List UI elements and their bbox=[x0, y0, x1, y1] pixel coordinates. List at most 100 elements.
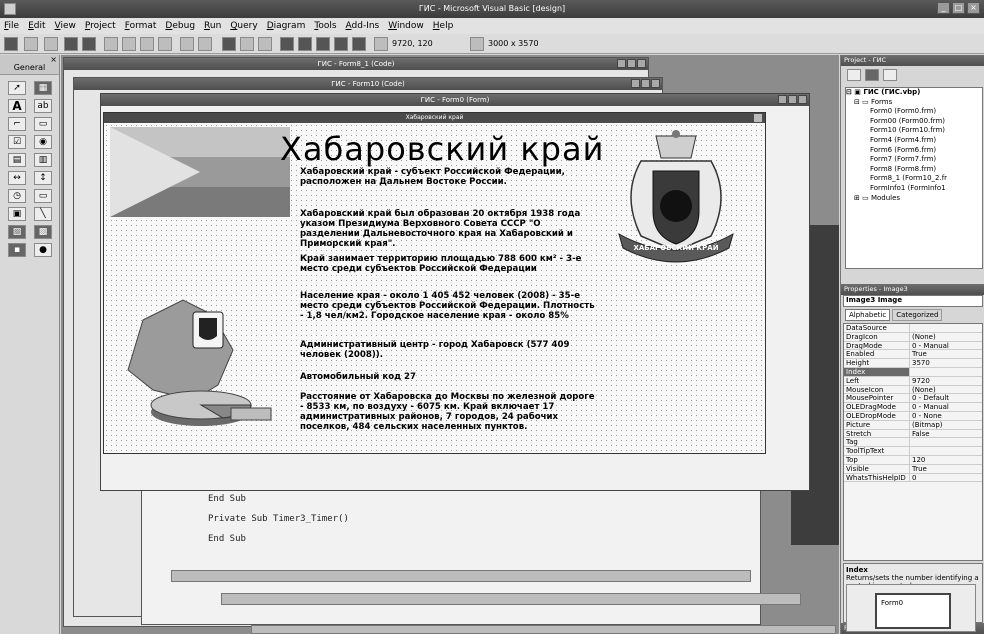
shape-tool-icon[interactable]: ● bbox=[34, 243, 52, 257]
property-row[interactable]: MouseIcon (None) bbox=[844, 385, 982, 395]
property-row[interactable]: MousePointer 0 - Default bbox=[844, 394, 982, 404]
property-value[interactable]: True bbox=[910, 465, 927, 473]
properties-window-icon[interactable] bbox=[298, 37, 312, 51]
find-icon[interactable] bbox=[158, 37, 172, 51]
paragraph-2[interactable]: Хабаровский край был образован 20 октябр… bbox=[300, 209, 600, 249]
property-row[interactable]: WhatsThisHelpID 0 bbox=[844, 473, 982, 483]
maximize-icon[interactable] bbox=[627, 59, 636, 68]
property-value[interactable]: 0 bbox=[910, 474, 916, 482]
menu-query[interactable]: Query bbox=[230, 21, 257, 31]
toolbox-icon[interactable] bbox=[352, 37, 366, 51]
menu-add-ins[interactable]: Add-Ins bbox=[346, 21, 380, 31]
property-value[interactable]: 0 - Default bbox=[910, 394, 949, 402]
tab-alphabetic[interactable]: Alphabetic bbox=[845, 309, 891, 321]
form-layout-icon[interactable] bbox=[316, 37, 330, 51]
hscrollbar-tool-icon[interactable]: ↔ bbox=[8, 171, 26, 185]
property-value[interactable]: 9720 bbox=[910, 377, 930, 385]
open-project-icon[interactable] bbox=[64, 37, 78, 51]
listbox-tool-icon[interactable]: ▥ bbox=[34, 153, 52, 167]
horizontal-scrollbar-2[interactable] bbox=[221, 593, 801, 605]
paragraph-1[interactable]: Хабаровский край - субъект Российской Фе… bbox=[300, 167, 600, 187]
code-line-3[interactable]: End Sub bbox=[208, 534, 246, 544]
property-value[interactable] bbox=[910, 324, 912, 332]
view-code-icon[interactable] bbox=[847, 69, 861, 81]
menu-editor-icon[interactable] bbox=[44, 37, 58, 51]
close-icon[interactable] bbox=[798, 95, 807, 104]
label-tool-icon[interactable]: A bbox=[8, 99, 26, 113]
property-value[interactable] bbox=[910, 368, 912, 376]
menu-file[interactable]: File bbox=[4, 21, 19, 31]
add-project-icon[interactable] bbox=[4, 37, 18, 51]
property-row[interactable]: Picture (Bitmap) bbox=[844, 420, 982, 430]
minimize-icon[interactable] bbox=[617, 59, 626, 68]
menu-view[interactable]: View bbox=[55, 21, 76, 31]
horizontal-scrollbar-3[interactable] bbox=[251, 625, 836, 634]
property-value[interactable]: True bbox=[910, 350, 927, 358]
property-row[interactable]: Height 3570 bbox=[844, 359, 982, 368]
form-layout-form[interactable]: Form0 bbox=[875, 593, 951, 629]
end-icon[interactable] bbox=[258, 37, 272, 51]
tree-item[interactable]: Form00 (Form00.frm) bbox=[846, 117, 982, 127]
checkbox-tool-icon[interactable]: ☑ bbox=[8, 135, 26, 149]
optionbutton-tool-icon[interactable]: ◉ bbox=[34, 135, 52, 149]
add-form-icon[interactable] bbox=[24, 37, 38, 51]
pointer-tool-icon[interactable]: ➚ bbox=[8, 81, 26, 95]
toolbox-close-button[interactable]: × bbox=[50, 55, 57, 64]
maximize-button[interactable]: □ bbox=[952, 2, 965, 14]
property-value[interactable]: (None) bbox=[910, 333, 936, 341]
paragraph-7[interactable]: Расстояние от Хабаровска до Москвы по же… bbox=[300, 392, 600, 432]
paragraph-3[interactable]: Край занимает территорию площадью 788 60… bbox=[300, 254, 600, 274]
paragraph-6[interactable]: Автомобильный код 27 bbox=[300, 372, 600, 382]
line-tool-icon[interactable]: ╲ bbox=[34, 207, 52, 221]
property-row[interactable]: OLEDropMode 0 - None bbox=[844, 411, 982, 421]
undo-icon[interactable] bbox=[180, 37, 194, 51]
drivelistbox-tool-icon[interactable]: ▭ bbox=[34, 189, 52, 203]
start-icon[interactable] bbox=[222, 37, 236, 51]
flag-image[interactable] bbox=[110, 127, 290, 217]
close-icon[interactable] bbox=[651, 79, 660, 88]
menu-diagram[interactable]: Diagram bbox=[267, 21, 306, 31]
property-row[interactable]: Enabled True bbox=[844, 350, 982, 360]
tree-item[interactable]: Form0 (Form0.frm) bbox=[846, 107, 982, 117]
minimize-icon[interactable] bbox=[631, 79, 640, 88]
menu-edit[interactable]: Edit bbox=[28, 21, 45, 31]
project-explorer-icon[interactable] bbox=[280, 37, 294, 51]
form-close-icon[interactable] bbox=[754, 114, 762, 122]
picturebox-tool-icon[interactable]: ▦ bbox=[34, 81, 52, 95]
paste-icon[interactable] bbox=[140, 37, 154, 51]
tree-item[interactable]: Form7 (Form7.frm) bbox=[846, 155, 982, 165]
minimize-button[interactable]: _ bbox=[937, 2, 950, 14]
maximize-icon[interactable] bbox=[788, 95, 797, 104]
tree-item[interactable]: Form6 (Form6.frm) bbox=[846, 146, 982, 156]
object-browser-icon[interactable] bbox=[334, 37, 348, 51]
property-row[interactable]: DragIcon (None) bbox=[844, 332, 982, 342]
paragraph-5[interactable]: Административный центр - город Хабаровск… bbox=[300, 340, 600, 360]
vscrollbar-tool-icon[interactable]: ↕ bbox=[34, 171, 52, 185]
menu-help[interactable]: Help bbox=[433, 21, 454, 31]
code-line-2[interactable]: Private Sub Timer3_Timer() bbox=[208, 514, 349, 524]
dirlistbox-tool-icon[interactable]: ▣ bbox=[8, 207, 26, 221]
project-tree[interactable]: ⊟ ▣ ГИС (ГИС.vbp) ⊟ ▭ Forms Form0 (Form0… bbox=[845, 87, 983, 269]
property-row[interactable]: Top 120 bbox=[844, 455, 982, 465]
property-value[interactable]: 120 bbox=[910, 456, 925, 464]
property-row[interactable]: OLEDragMode 0 - Manual bbox=[844, 403, 982, 412]
property-row[interactable]: DataSource bbox=[844, 324, 982, 333]
cut-icon[interactable] bbox=[104, 37, 118, 51]
tab-categorized[interactable]: Categorized bbox=[892, 309, 943, 321]
property-row[interactable]: DragMode 0 - Manual bbox=[844, 341, 982, 351]
property-value[interactable] bbox=[910, 438, 912, 446]
region-map-image[interactable] bbox=[113, 290, 293, 450]
close-button[interactable]: × bbox=[967, 2, 980, 14]
image-tool-icon[interactable]: ▨ bbox=[8, 225, 26, 239]
property-value[interactable]: False bbox=[910, 430, 930, 438]
property-value[interactable] bbox=[910, 447, 912, 455]
menu-project[interactable]: Project bbox=[85, 21, 116, 31]
tree-item[interactable]: Form10 (Form10.frm) bbox=[846, 126, 982, 136]
tree-item[interactable]: Form8_1 (Form10_2.fr bbox=[846, 174, 982, 184]
property-value[interactable]: 0 - None bbox=[910, 412, 942, 420]
combobox-tool-icon[interactable]: ▤ bbox=[8, 153, 26, 167]
close-icon[interactable] bbox=[637, 59, 646, 68]
property-row[interactable]: Index bbox=[844, 367, 982, 377]
coat-of-arms-image[interactable]: ХАБАРОВСКИЙ КРАЙ bbox=[601, 126, 751, 266]
view-object-icon[interactable] bbox=[865, 69, 879, 81]
